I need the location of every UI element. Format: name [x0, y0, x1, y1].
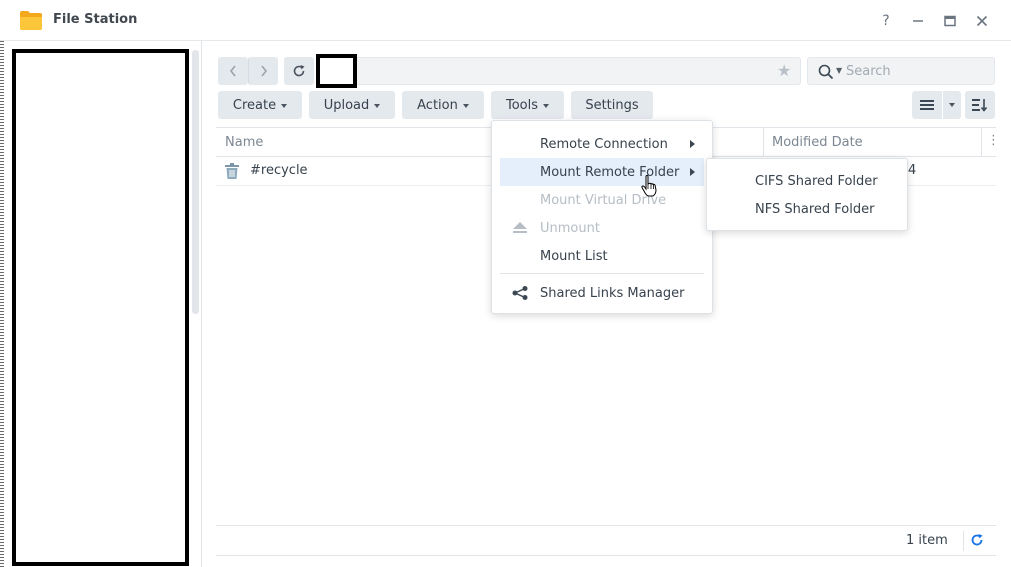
- forward-button[interactable]: [248, 57, 278, 85]
- modified-date: 4: [908, 163, 917, 178]
- menu-item-mount-remote-folder[interactable]: Mount Remote Folder: [500, 158, 704, 186]
- favorite-star-icon[interactable]: ★: [777, 61, 791, 80]
- action-button[interactable]: Action: [402, 91, 484, 119]
- chevron-left-icon: [229, 65, 236, 77]
- sort-icon: [972, 99, 988, 112]
- search-options-caret-icon[interactable]: ▼: [836, 66, 842, 75]
- search-icon: [818, 64, 834, 80]
- mount-remote-folder-submenu: CIFS Shared Folder NFS Shared Folder: [706, 158, 908, 231]
- action-label: Action: [417, 97, 458, 113]
- menu-item-label: Remote Connection: [540, 136, 668, 152]
- column-divider: [981, 128, 982, 156]
- menu-item-label: Unmount: [540, 220, 600, 236]
- menu-item-unmount[interactable]: Unmount: [500, 214, 704, 242]
- menu-separator: [500, 273, 704, 274]
- tools-menu: Remote Connection Mount Remote Folder Mo…: [491, 120, 713, 314]
- chevron-right-icon: [260, 65, 267, 77]
- list-view-icon: [920, 100, 934, 110]
- close-icon: [976, 15, 988, 27]
- tools-label: Tools: [505, 97, 539, 113]
- folder-icon: [20, 11, 42, 30]
- window-edge: [0, 41, 4, 567]
- panel-divider: [201, 41, 202, 567]
- submenu-arrow-icon: [690, 168, 695, 176]
- submenu-arrow-icon: [690, 140, 695, 148]
- upload-label: Upload: [323, 97, 370, 113]
- tools-button[interactable]: Tools: [491, 91, 564, 119]
- window-title: File Station: [53, 12, 138, 27]
- maximize-icon: [944, 15, 956, 27]
- view-options-button[interactable]: [943, 91, 961, 119]
- hand-cursor-icon: [641, 175, 657, 197]
- back-button[interactable]: [218, 57, 248, 85]
- file-name: #recycle: [250, 163, 308, 178]
- share-icon: [512, 286, 528, 300]
- column-modified-date[interactable]: Modified Date: [772, 135, 863, 150]
- close-button[interactable]: [972, 11, 992, 31]
- refresh-icon[interactable]: [970, 533, 984, 547]
- upload-button[interactable]: Upload: [309, 91, 395, 119]
- minimize-button[interactable]: [908, 11, 928, 31]
- menu-item-nfs-shared-folder[interactable]: NFS Shared Folder: [715, 195, 901, 223]
- minimize-icon: [913, 20, 923, 22]
- settings-button[interactable]: Settings: [571, 91, 653, 119]
- trash-icon: [225, 163, 239, 179]
- menu-item-label: NFS Shared Folder: [755, 201, 875, 217]
- title-bar: File Station ?: [0, 0, 1011, 41]
- path-bar[interactable]: [316, 57, 801, 85]
- search-box[interactable]: ▼: [807, 57, 995, 85]
- menu-item-label: Mount List: [540, 248, 608, 264]
- refresh-button[interactable]: [284, 57, 314, 85]
- caret-down-icon: [543, 104, 550, 108]
- sort-button[interactable]: [965, 91, 995, 119]
- menu-item-label: CIFS Shared Folder: [755, 173, 878, 189]
- menu-item-remote-connection[interactable]: Remote Connection: [500, 130, 704, 158]
- column-divider: [763, 128, 764, 156]
- column-menu-icon[interactable]: ⋮: [987, 133, 1000, 148]
- status-bar: 1 item: [216, 525, 996, 556]
- menu-item-cifs-shared-folder[interactable]: CIFS Shared Folder: [715, 167, 901, 195]
- caret-down-icon: [281, 104, 288, 108]
- item-count: 1 item: [906, 533, 948, 548]
- column-name[interactable]: Name: [225, 135, 263, 150]
- help-icon: ?: [882, 13, 890, 29]
- path-field-redacted[interactable]: [316, 54, 357, 88]
- footer-divider: [963, 531, 964, 551]
- folder-tree-panel[interactable]: [12, 49, 189, 566]
- caret-down-icon: [374, 104, 381, 108]
- eject-icon: [513, 222, 527, 233]
- tree-scrollbar[interactable]: [192, 50, 199, 314]
- list-view-button[interactable]: [912, 91, 942, 119]
- create-button[interactable]: Create: [218, 91, 302, 119]
- create-label: Create: [232, 97, 277, 113]
- caret-down-icon: [949, 103, 955, 107]
- menu-item-mount-virtual-drive[interactable]: Mount Virtual Drive: [500, 186, 704, 214]
- search-input[interactable]: [846, 61, 986, 81]
- help-button[interactable]: ?: [876, 11, 896, 31]
- refresh-icon: [293, 65, 305, 77]
- menu-item-label: Shared Links Manager: [540, 285, 685, 301]
- menu-item-label: Mount Remote Folder: [540, 164, 680, 180]
- menu-item-mount-list[interactable]: Mount List: [500, 242, 704, 270]
- maximize-button[interactable]: [940, 11, 960, 31]
- caret-down-icon: [462, 104, 469, 108]
- settings-label: Settings: [585, 97, 639, 113]
- menu-item-shared-links-manager[interactable]: Shared Links Manager: [500, 279, 704, 307]
